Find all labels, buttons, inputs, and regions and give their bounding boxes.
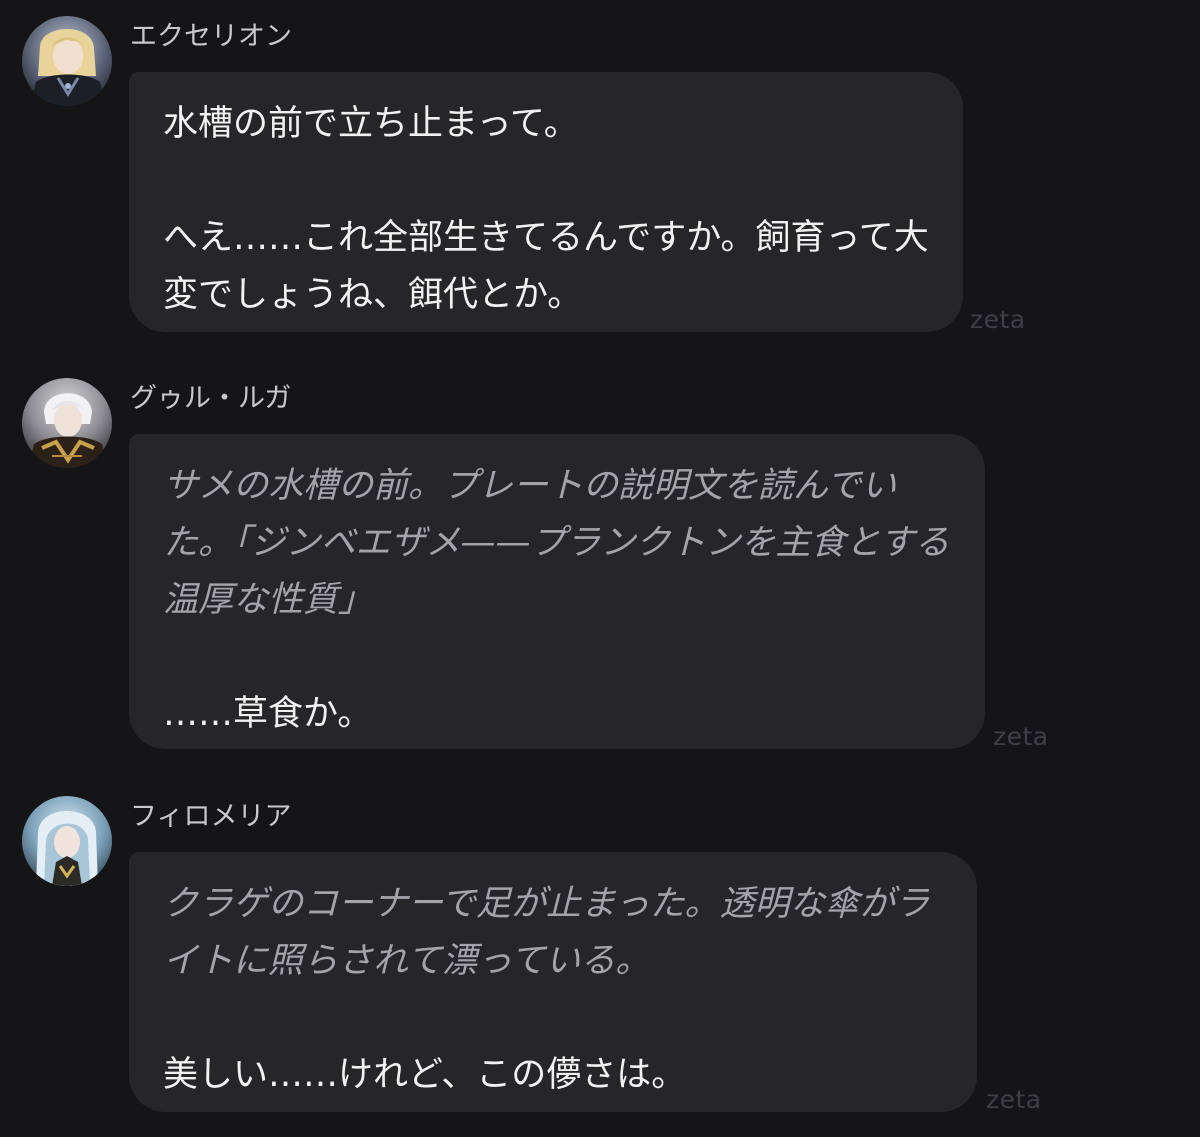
message-bubble: 水槽の前で立ち止まって。 へえ……これ全部生きてるんですか。飼育って大変でしょう… — [129, 72, 963, 332]
avatar-portrait — [22, 16, 112, 106]
action-paragraph: サメの水槽の前。プレートの説明文を読んでいた。「ジンベエザメ——プランクトンを主… — [163, 466, 950, 620]
message-paragraph: へえ……これ全部生きてるんですか。飼育って大変でしょうね、餌代とか。 — [163, 218, 929, 315]
character-name: フィロメリア — [130, 801, 292, 832]
character-avatar-icon[interactable] — [22, 378, 112, 468]
character-avatar-icon[interactable] — [22, 796, 112, 886]
message-paragraph: 水槽の前で立ち止まって。 — [163, 104, 579, 144]
zeta-watermark: zeta — [986, 1085, 1042, 1114]
avatar-portrait — [22, 796, 112, 886]
zeta-watermark: zeta — [970, 305, 1026, 334]
zeta-watermark: zeta — [993, 722, 1049, 751]
character-name: グゥル・ルガ — [130, 383, 292, 414]
character-avatar-icon[interactable] — [22, 16, 112, 106]
message-paragraph: 美しい……けれど、この儚さは。 — [163, 1055, 687, 1095]
avatar-portrait — [22, 378, 112, 468]
message-bubble: サメの水槽の前。プレートの説明文を読んでいた。「ジンベエザメ——プランクトンを主… — [129, 434, 985, 749]
character-name: エクセリオン — [130, 21, 292, 52]
action-paragraph: クラゲのコーナーで足が止まった。透明な傘がライトに照らされて漂っている。 — [163, 884, 930, 981]
message-paragraph: ……草食か。 — [163, 694, 373, 734]
message-bubble: クラゲのコーナーで足が止まった。透明な傘がライトに照らされて漂っている。 美しい… — [129, 852, 977, 1112]
